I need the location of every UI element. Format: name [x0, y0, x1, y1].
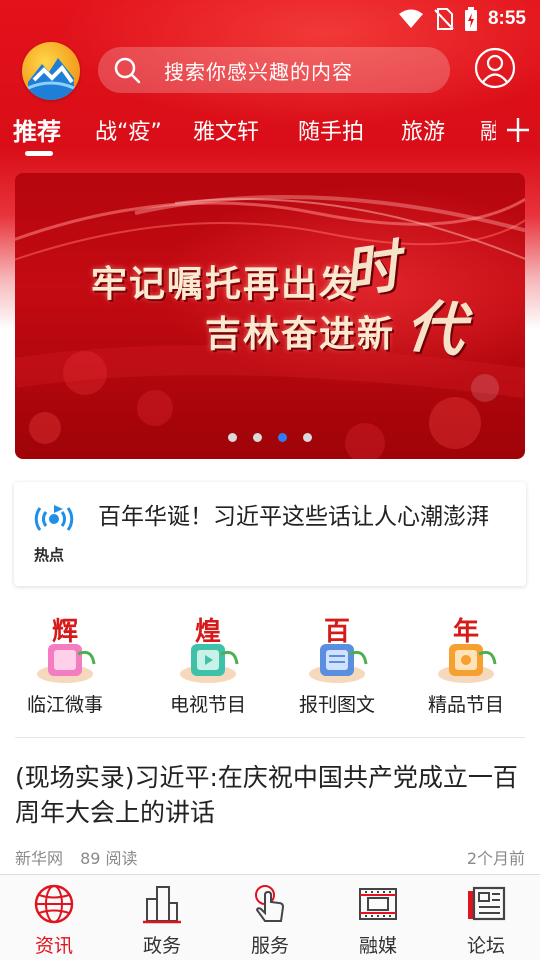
globe-icon	[34, 884, 74, 924]
hand-tap-icon	[255, 885, 285, 922]
article-time: 2个月前	[466, 849, 525, 868]
no-sim-icon	[434, 8, 454, 30]
nav-services[interactable]: 服务	[216, 875, 324, 960]
tab-yawenxuan[interactable]: 雅文轩	[193, 114, 259, 146]
channel-label: 电视节目	[169, 694, 246, 716]
nav-label: 资讯	[34, 935, 73, 957]
article-reads: 89 阅读	[80, 849, 138, 868]
user-profile-button[interactable]	[474, 47, 516, 89]
carousel-dot-active[interactable]	[278, 433, 287, 442]
nav-label: 论坛	[466, 935, 505, 957]
tab-snapshot[interactable]: 随手拍	[298, 114, 364, 146]
status-bar: 8:55	[0, 0, 540, 38]
nav-label: 服务	[250, 935, 289, 957]
channel-tv-programs[interactable]: 煌 电视节目	[143, 614, 273, 724]
svg-text:年: 年	[453, 616, 479, 647]
nav-news[interactable]: 资讯	[0, 875, 108, 960]
svg-text:煌: 煌	[195, 617, 221, 647]
app-logo[interactable]	[22, 42, 80, 100]
wifi-icon	[398, 9, 424, 29]
tab-recommend[interactable]: 推荐	[13, 112, 61, 147]
film-icon	[359, 888, 397, 920]
add-channel-button[interactable]	[506, 112, 530, 146]
channel-linjiang-news[interactable]: 辉 临江微事	[0, 614, 130, 724]
channel-label: 报刊图文	[298, 694, 375, 716]
article-meta: 新华网 89 阅读	[15, 845, 138, 869]
banner-carousel[interactable]: 牢记嘱托再出发 吉林奋进新 时 代	[15, 173, 525, 459]
user-icon	[474, 47, 516, 89]
nav-forum[interactable]: 论坛	[432, 875, 540, 960]
channel-newspaper[interactable]: 百 报刊图文	[272, 614, 402, 724]
svg-text:辉: 辉	[52, 617, 78, 647]
channel-featured-programs[interactable]: 年 精品节目	[401, 614, 531, 724]
bai-badge-icon: 百	[309, 617, 368, 683]
plus-icon	[507, 118, 529, 142]
nian-badge-icon: 年	[438, 616, 497, 683]
article-title[interactable]: (现场实录)习近平:在庆祝中国共产党成立一百周年大会上的讲话	[15, 760, 525, 830]
hot-news-card[interactable]: 热点 百年华诞！习近平这些话让人心潮澎湃	[14, 482, 526, 586]
buildings-icon	[143, 886, 181, 924]
carousel-dot[interactable]	[253, 433, 262, 442]
broadcast-icon	[34, 505, 74, 531]
carousel-dot[interactable]	[303, 433, 312, 442]
active-tab-indicator	[25, 151, 53, 156]
hot-news-text[interactable]: 百年华诞！习近平这些话让人心潮澎湃	[98, 500, 508, 534]
carousel-indicator	[0, 433, 540, 445]
nav-label: 融媒	[358, 935, 397, 957]
newspaper-icon	[468, 886, 506, 921]
tab-travel[interactable]: 旅游	[401, 114, 445, 146]
banner-headline-1: 牢记嘱托再出发	[91, 263, 358, 305]
banner-calligraphy-1: 时	[339, 233, 404, 307]
hot-label: 热点	[34, 546, 65, 564]
tab-fight-epidemic[interactable]: 战“疫”	[95, 114, 162, 146]
carousel-dot[interactable]	[228, 433, 237, 442]
article-source: 新华网	[15, 849, 64, 868]
banner-headline-2: 吉林奋进新	[205, 313, 396, 355]
nav-media[interactable]: 融媒	[324, 875, 432, 960]
section-divider	[15, 737, 525, 738]
search-placeholder: 搜索你感兴趣的内容	[164, 59, 353, 84]
search-box[interactable]: 搜索你感兴趣的内容	[98, 47, 450, 93]
battery-charging-icon	[464, 7, 478, 31]
bottom-nav: 资讯 政务 服务 融媒 论坛	[0, 874, 540, 960]
nav-label: 政务	[142, 935, 181, 957]
channel-label: 精品节目	[427, 694, 504, 716]
top-bar: 搜索你感兴趣的内容	[0, 40, 540, 102]
banner-calligraphy-2: 代	[403, 291, 468, 365]
huang-badge-icon: 煌	[180, 617, 239, 683]
hui-badge-icon: 辉	[37, 617, 96, 683]
status-time: 8:55	[487, 8, 526, 29]
channel-tabs: 推荐 战“疫” 雅文轩 随手拍 旅游 融	[0, 108, 540, 158]
channel-label: 临江微事	[26, 694, 103, 716]
svg-text:百: 百	[324, 617, 350, 647]
nav-government[interactable]: 政务	[108, 875, 216, 960]
tab-rong-partial[interactable]: 融	[480, 114, 496, 146]
search-icon	[114, 57, 141, 84]
